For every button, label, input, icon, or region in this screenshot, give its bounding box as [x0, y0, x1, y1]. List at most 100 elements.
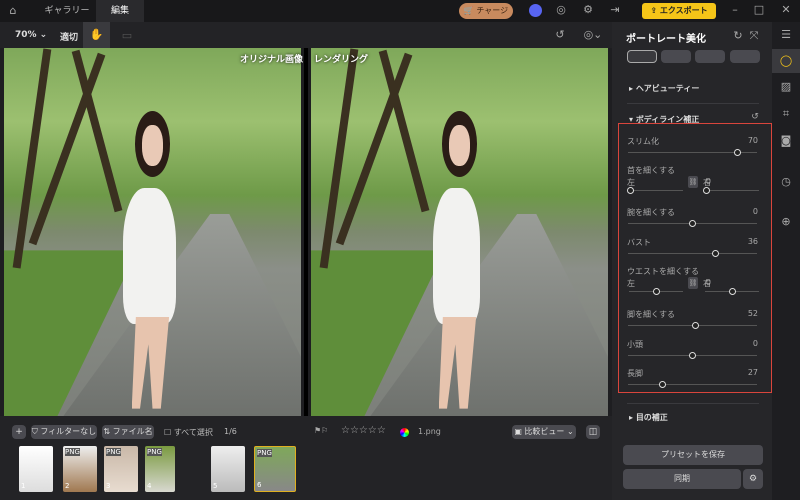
neck-right-slider[interactable] — [705, 190, 759, 191]
compare-tool-icon[interactable]: ▭ — [120, 29, 134, 42]
filter-button[interactable]: ⛉ フィルターなし — [31, 425, 97, 439]
export-label: エクスポート — [659, 6, 708, 15]
image-count: 1/6 — [224, 427, 237, 436]
section-hair[interactable]: ▸ ヘアビューティー — [629, 83, 699, 94]
waist-link-icon[interactable]: ⛓ — [688, 277, 698, 289]
face-mode-tab[interactable] — [661, 50, 691, 63]
neck-right-slider-thumb[interactable] — [702, 187, 710, 194]
skin-mode-tab[interactable] — [695, 50, 725, 63]
leg-label: 脚を細くする — [627, 310, 675, 319]
sync-button[interactable]: 同期 — [623, 469, 741, 489]
thumbnail-number: 6 — [257, 481, 262, 489]
png-badge: PNG — [65, 448, 80, 456]
discord-icon[interactable] — [529, 4, 542, 17]
thumbnail-3[interactable]: PNG 3 — [104, 446, 138, 492]
waist-right-slider-thumb[interactable] — [728, 288, 736, 295]
head-slider-thumb[interactable] — [689, 352, 696, 359]
longleg-slider[interactable] — [628, 384, 757, 385]
adjust-icon[interactable]: ☰ — [778, 28, 794, 41]
maximize-icon[interactable]: □ — [752, 3, 766, 16]
divider — [627, 403, 759, 404]
tab-edit[interactable]: 編集 — [96, 0, 144, 22]
waist-right-label: 右 — [703, 279, 711, 288]
thumbnail-4[interactable]: PNG 4 — [145, 446, 175, 492]
panel-expand-icon[interactable]: ⤧ — [748, 29, 760, 43]
split-divider[interactable] — [304, 48, 308, 416]
overlay-icon[interactable]: ◎⌄ — [580, 28, 606, 41]
thumbnail-5[interactable]: 5 — [211, 446, 245, 492]
split-view-icon[interactable]: ◫ — [586, 425, 600, 439]
sort-label: ファイル名 — [112, 427, 153, 436]
star-rating[interactable]: ☆☆☆☆☆ — [341, 425, 386, 436]
add-button[interactable]: + — [12, 425, 26, 439]
history-icon[interactable]: ◷ — [778, 175, 794, 188]
minimize-icon[interactable]: – — [728, 3, 742, 16]
bust-slider[interactable] — [628, 253, 757, 254]
neck-link-icon[interactable]: ⛓ — [688, 176, 698, 188]
section-eyes[interactable]: ▸ 目の補正 — [629, 412, 668, 423]
section-eyes-label: 目の補正 — [635, 413, 668, 422]
section-hair-label: ヘアビューティー — [635, 84, 700, 93]
zoom-select[interactable]: 70% ⌄ — [15, 30, 47, 40]
png-badge: PNG — [106, 448, 121, 456]
panel-reset-icon[interactable]: ↻ — [732, 29, 744, 42]
compare-view-label: 比較ビュー — [524, 427, 565, 436]
neck-left-slider[interactable] — [629, 190, 683, 191]
tab-gallery[interactable]: ギャラリー — [38, 0, 96, 22]
thumbnail-1[interactable]: 1 — [19, 446, 53, 492]
head-value: 0 — [752, 339, 758, 348]
arm-label: 腕を細くする — [627, 208, 675, 217]
crop-icon[interactable]: ⌗ — [778, 107, 794, 121]
neck-left-slider-thumb[interactable] — [626, 187, 634, 194]
hand-tool-icon[interactable]: ✋ — [83, 22, 110, 48]
sync-settings-icon[interactable]: ⚙ — [743, 469, 763, 489]
export-button[interactable]: ⇪ エクスポート — [642, 3, 716, 19]
portrait-icon[interactable]: ◯ — [772, 49, 800, 73]
leg-slider-thumb[interactable] — [691, 322, 699, 329]
longleg-value: 27 — [747, 368, 758, 377]
image-icon[interactable]: ▨ — [778, 80, 794, 93]
fit-button[interactable]: 適切 — [60, 30, 78, 43]
thumbnail-2[interactable]: PNG 2 — [63, 446, 97, 492]
select-all-checkbox[interactable]: ☐ すべて選択 — [164, 427, 213, 438]
slim-label: スリム化 — [627, 137, 659, 146]
body-mode-tab[interactable] — [627, 50, 657, 63]
charge-label: チャージ — [476, 6, 509, 15]
original-label: オリジナル画像 — [240, 55, 304, 65]
sort-button[interactable]: ⇅ ファイル名 — [102, 425, 154, 439]
right-icon-bar — [772, 22, 800, 500]
rendered-image — [311, 48, 608, 416]
reset-icon[interactable]: ↺ — [552, 28, 568, 41]
arm-value: 0 — [752, 207, 758, 216]
thumbnail-number: 2 — [65, 482, 70, 490]
flag-icons[interactable]: ⚑⚐ — [314, 426, 328, 435]
png-badge: PNG — [147, 448, 162, 456]
thumbnail-6-selected[interactable]: PNG 6 — [254, 446, 296, 492]
arm-slider-thumb[interactable] — [689, 220, 696, 227]
settings-icon[interactable]: ⚙ — [581, 3, 595, 16]
exit-icon[interactable]: ⇥ — [608, 3, 622, 16]
bust-label: バスト — [627, 238, 651, 247]
original-image — [4, 48, 301, 416]
slim-value: 70 — [747, 136, 758, 145]
account-icon[interactable]: ◎ — [554, 3, 568, 16]
body-reset-icon[interactable]: ↺ — [749, 112, 761, 122]
rendered-label: レンダリング — [314, 55, 369, 65]
home-icon[interactable]: ⌂ — [6, 4, 20, 17]
makeup-mode-tab[interactable] — [730, 50, 760, 63]
close-icon[interactable]: ✕ — [779, 3, 793, 16]
color-label-icon[interactable] — [400, 428, 409, 437]
camera-icon[interactable]: ◙ — [778, 134, 794, 147]
save-preset-button[interactable]: プリセットを保存 — [623, 445, 763, 465]
thumbnail-number: 4 — [147, 482, 152, 490]
longleg-label: 長脚 — [627, 369, 643, 378]
charge-button[interactable]: 🛒 チャージ — [459, 3, 513, 19]
bust-value: 36 — [747, 237, 758, 246]
filename: 1.png — [418, 427, 441, 436]
compare-view-select[interactable]: ▣ 比較ビュー ⌄ — [512, 425, 576, 439]
add-tool-icon[interactable]: ⊕ — [778, 215, 794, 228]
leg-value: 52 — [747, 309, 758, 318]
waist-left-slider-thumb[interactable] — [652, 288, 660, 295]
thumbnail-number: 3 — [106, 482, 111, 490]
neck-label: 首を細くする — [627, 166, 675, 175]
